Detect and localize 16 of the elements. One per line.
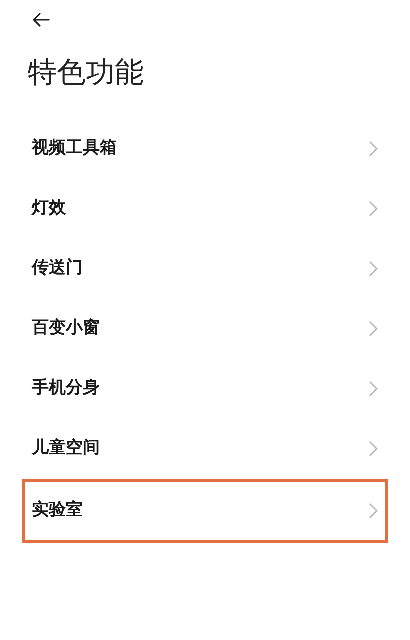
settings-item[interactable]: 手机分身: [22, 359, 388, 419]
back-icon[interactable]: [31, 10, 51, 30]
chevron-icon: [369, 441, 378, 457]
chevron-icon: [369, 503, 378, 519]
chevron-icon: [369, 381, 378, 397]
settings-item[interactable]: 视频工具箱: [22, 119, 388, 179]
settings-item[interactable]: 灯效: [22, 179, 388, 239]
settings-item[interactable]: 百变小窗: [22, 299, 388, 359]
chevron-icon: [369, 261, 378, 277]
settings-item[interactable]: 传送门: [22, 239, 388, 299]
settings-item[interactable]: 儿童空间: [22, 419, 388, 479]
chevron-icon: [369, 201, 378, 217]
chevron-icon: [369, 321, 378, 337]
settings-item[interactable]: 实验室: [22, 479, 388, 543]
chevron-icon: [369, 141, 378, 157]
page-title: 特色功能: [28, 58, 144, 87]
